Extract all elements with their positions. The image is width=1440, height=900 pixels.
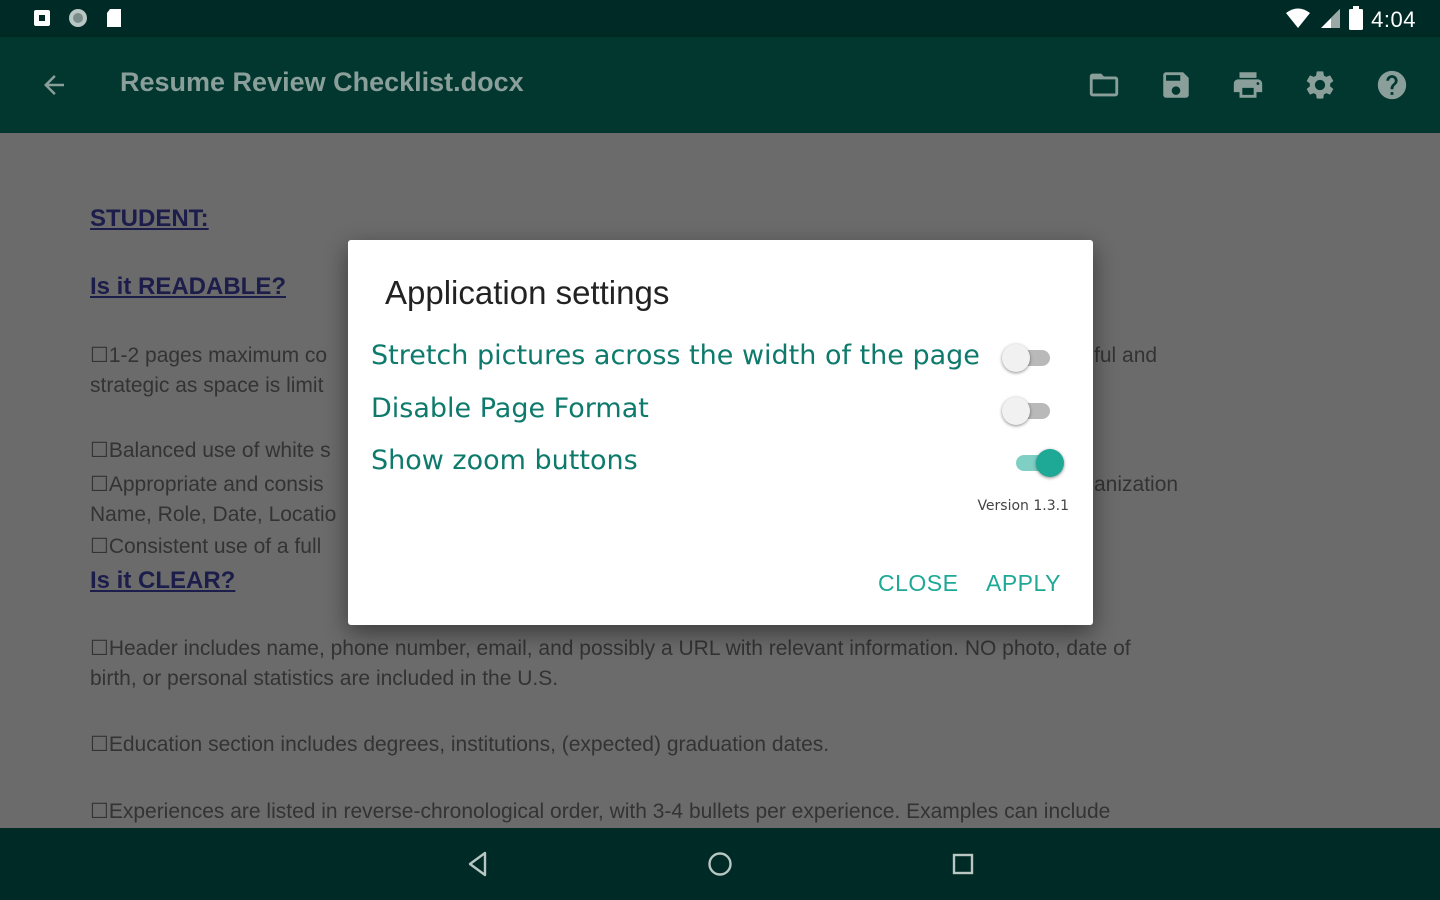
status-clock: 4:04 bbox=[1371, 7, 1416, 32]
help-icon bbox=[1377, 70, 1407, 100]
status-bar-right: 4:04 bbox=[1285, 6, 1416, 34]
notification-square-icon bbox=[32, 8, 52, 28]
recents-square-icon bbox=[952, 853, 974, 875]
circle-notification-icon bbox=[68, 8, 88, 28]
app-bar-actions bbox=[1084, 65, 1412, 105]
navigation-bar bbox=[0, 828, 1440, 900]
toggle-thumb bbox=[1002, 344, 1030, 372]
sd-card-icon bbox=[104, 8, 124, 28]
status-bar-left-icons bbox=[32, 8, 124, 28]
cellular-signal-icon bbox=[1319, 7, 1341, 33]
document-title: Resume Review Checklist.docx bbox=[120, 67, 524, 97]
apply-button[interactable]: APPLY bbox=[986, 570, 1061, 597]
arrow-left-icon bbox=[44, 75, 64, 95]
open-folder-button[interactable] bbox=[1084, 65, 1124, 105]
folder-icon bbox=[1089, 73, 1119, 97]
home-circle-icon bbox=[708, 852, 732, 876]
back-triangle-icon bbox=[468, 851, 487, 877]
settings-button[interactable] bbox=[1300, 65, 1340, 105]
toggle-thumb bbox=[1002, 397, 1030, 425]
dialog-title: Application settings bbox=[385, 274, 670, 311]
back-button[interactable] bbox=[36, 67, 72, 103]
help-button[interactable] bbox=[1372, 65, 1412, 105]
disable-page-format-toggle[interactable] bbox=[1002, 393, 1054, 427]
print-icon bbox=[1233, 72, 1263, 98]
settings-icon bbox=[1306, 71, 1334, 99]
nav-back-button[interactable] bbox=[462, 848, 494, 880]
show-zoom-buttons-toggle[interactable] bbox=[1012, 445, 1064, 479]
toggle-thumb bbox=[1036, 449, 1064, 477]
battery-icon bbox=[1349, 6, 1364, 34]
version-label: Version 1.3.1 bbox=[977, 498, 1069, 514]
option-show-zoom-buttons-label: Show zoom buttons bbox=[371, 445, 638, 476]
status-bar: 4:04 bbox=[0, 0, 1440, 37]
app-bar: Resume Review Checklist.docx bbox=[0, 37, 1440, 133]
option-stretch-pictures-label: Stretch pictures across the width of the… bbox=[371, 340, 980, 371]
nav-home-button[interactable] bbox=[704, 848, 736, 880]
stretch-pictures-toggle[interactable] bbox=[1002, 340, 1054, 374]
save-icon bbox=[1163, 72, 1189, 98]
wifi-icon bbox=[1285, 7, 1311, 33]
save-button[interactable] bbox=[1156, 65, 1196, 105]
settings-dialog: Application settings Stretch pictures ac… bbox=[348, 240, 1093, 625]
close-button[interactable]: CLOSE bbox=[878, 570, 958, 597]
nav-recents-button[interactable] bbox=[947, 848, 979, 880]
print-button[interactable] bbox=[1228, 65, 1268, 105]
option-disable-page-format-label: Disable Page Format bbox=[371, 393, 649, 424]
